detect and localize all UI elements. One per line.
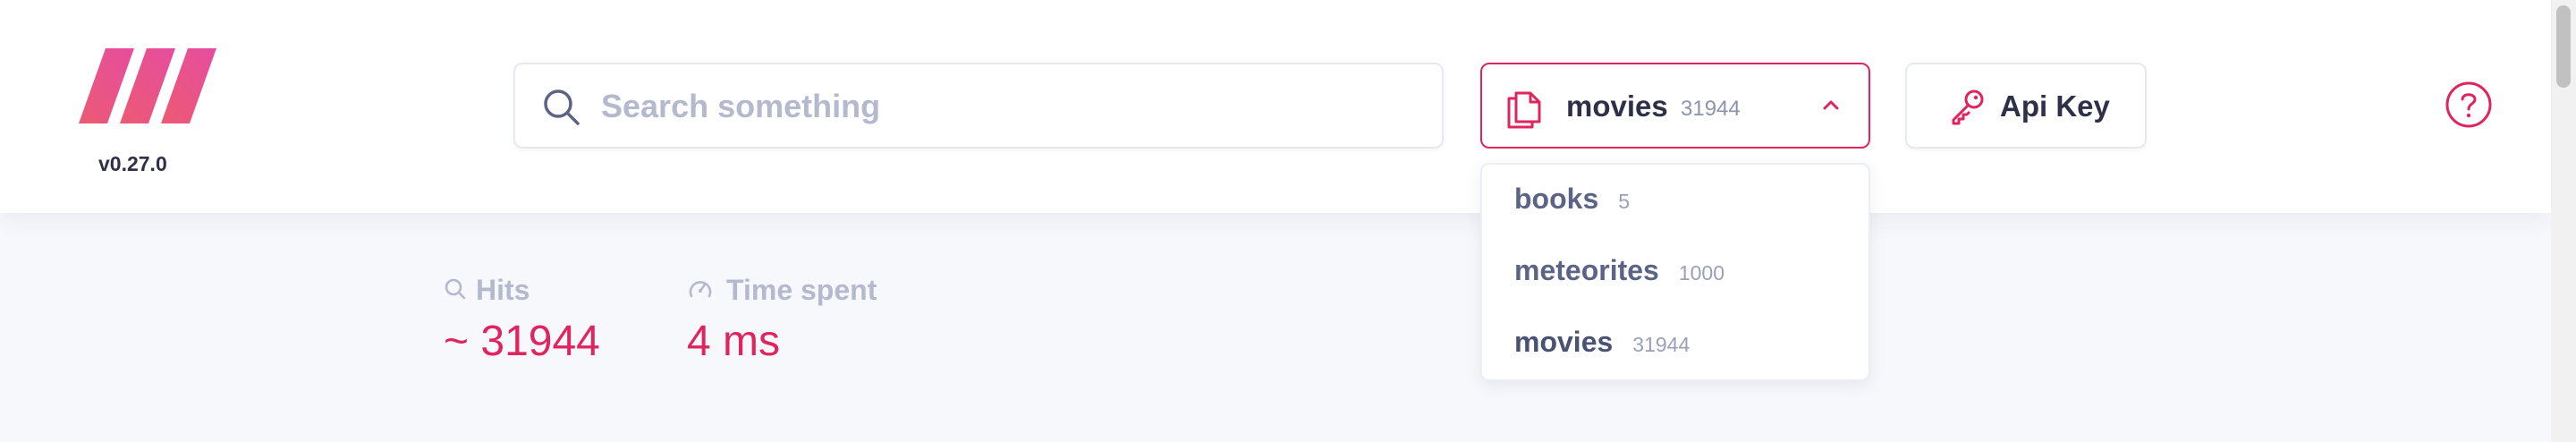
search-input[interactable] — [601, 84, 1406, 129]
hits-value: ~ 31944 — [444, 318, 600, 365]
hits-label: Hits — [476, 274, 530, 306]
index-dropdown-menu: books 5 meteorites 1000 movies 31944 — [1480, 163, 1870, 381]
search-icon — [445, 278, 466, 300]
question-circle-icon[interactable] — [2445, 81, 2493, 129]
header: v0.27.0 movies 31944 Api Key — [0, 0, 2551, 213]
meilisearch-logo[interactable] — [79, 45, 216, 127]
scrollbar-thumb[interactable] — [2556, 5, 2571, 88]
dropdown-item-count: 1000 — [1678, 261, 1725, 285]
chevron-up-icon — [1823, 100, 1839, 110]
time-spent-value: 4 ms — [687, 318, 781, 365]
key-icon — [1952, 89, 1984, 125]
selected-index-count: 31944 — [1681, 97, 1741, 121]
dropdown-item-name: movies — [1514, 326, 1614, 358]
index-selector[interactable]: movies 31944 — [1480, 63, 1870, 149]
dropdown-item-books[interactable]: books 5 — [1514, 183, 1854, 236]
dropdown-item-count: 31944 — [1632, 333, 1690, 356]
dropdown-item-count: 5 — [1618, 190, 1631, 213]
version-label: v0.27.0 — [98, 152, 167, 175]
dropdown-item-meteorites[interactable]: meteorites 1000 — [1514, 254, 1854, 308]
api-key-button[interactable]: Api Key — [1905, 63, 2147, 149]
search-icon — [544, 89, 580, 125]
selected-index-name: movies — [1566, 89, 1668, 123]
search-box[interactable] — [513, 63, 1444, 149]
time-spent-label: Time spent — [726, 274, 877, 306]
page-scrollbar[interactable] — [2551, 0, 2576, 442]
dropdown-item-name: books — [1514, 183, 1599, 215]
api-key-label: Api Key — [2000, 89, 2110, 123]
documents-icon — [1507, 91, 1541, 129]
speedometer-icon — [689, 281, 712, 298]
dropdown-item-name: meteorites — [1514, 254, 1659, 286]
dropdown-item-movies[interactable]: movies 31944 — [1514, 326, 1854, 379]
